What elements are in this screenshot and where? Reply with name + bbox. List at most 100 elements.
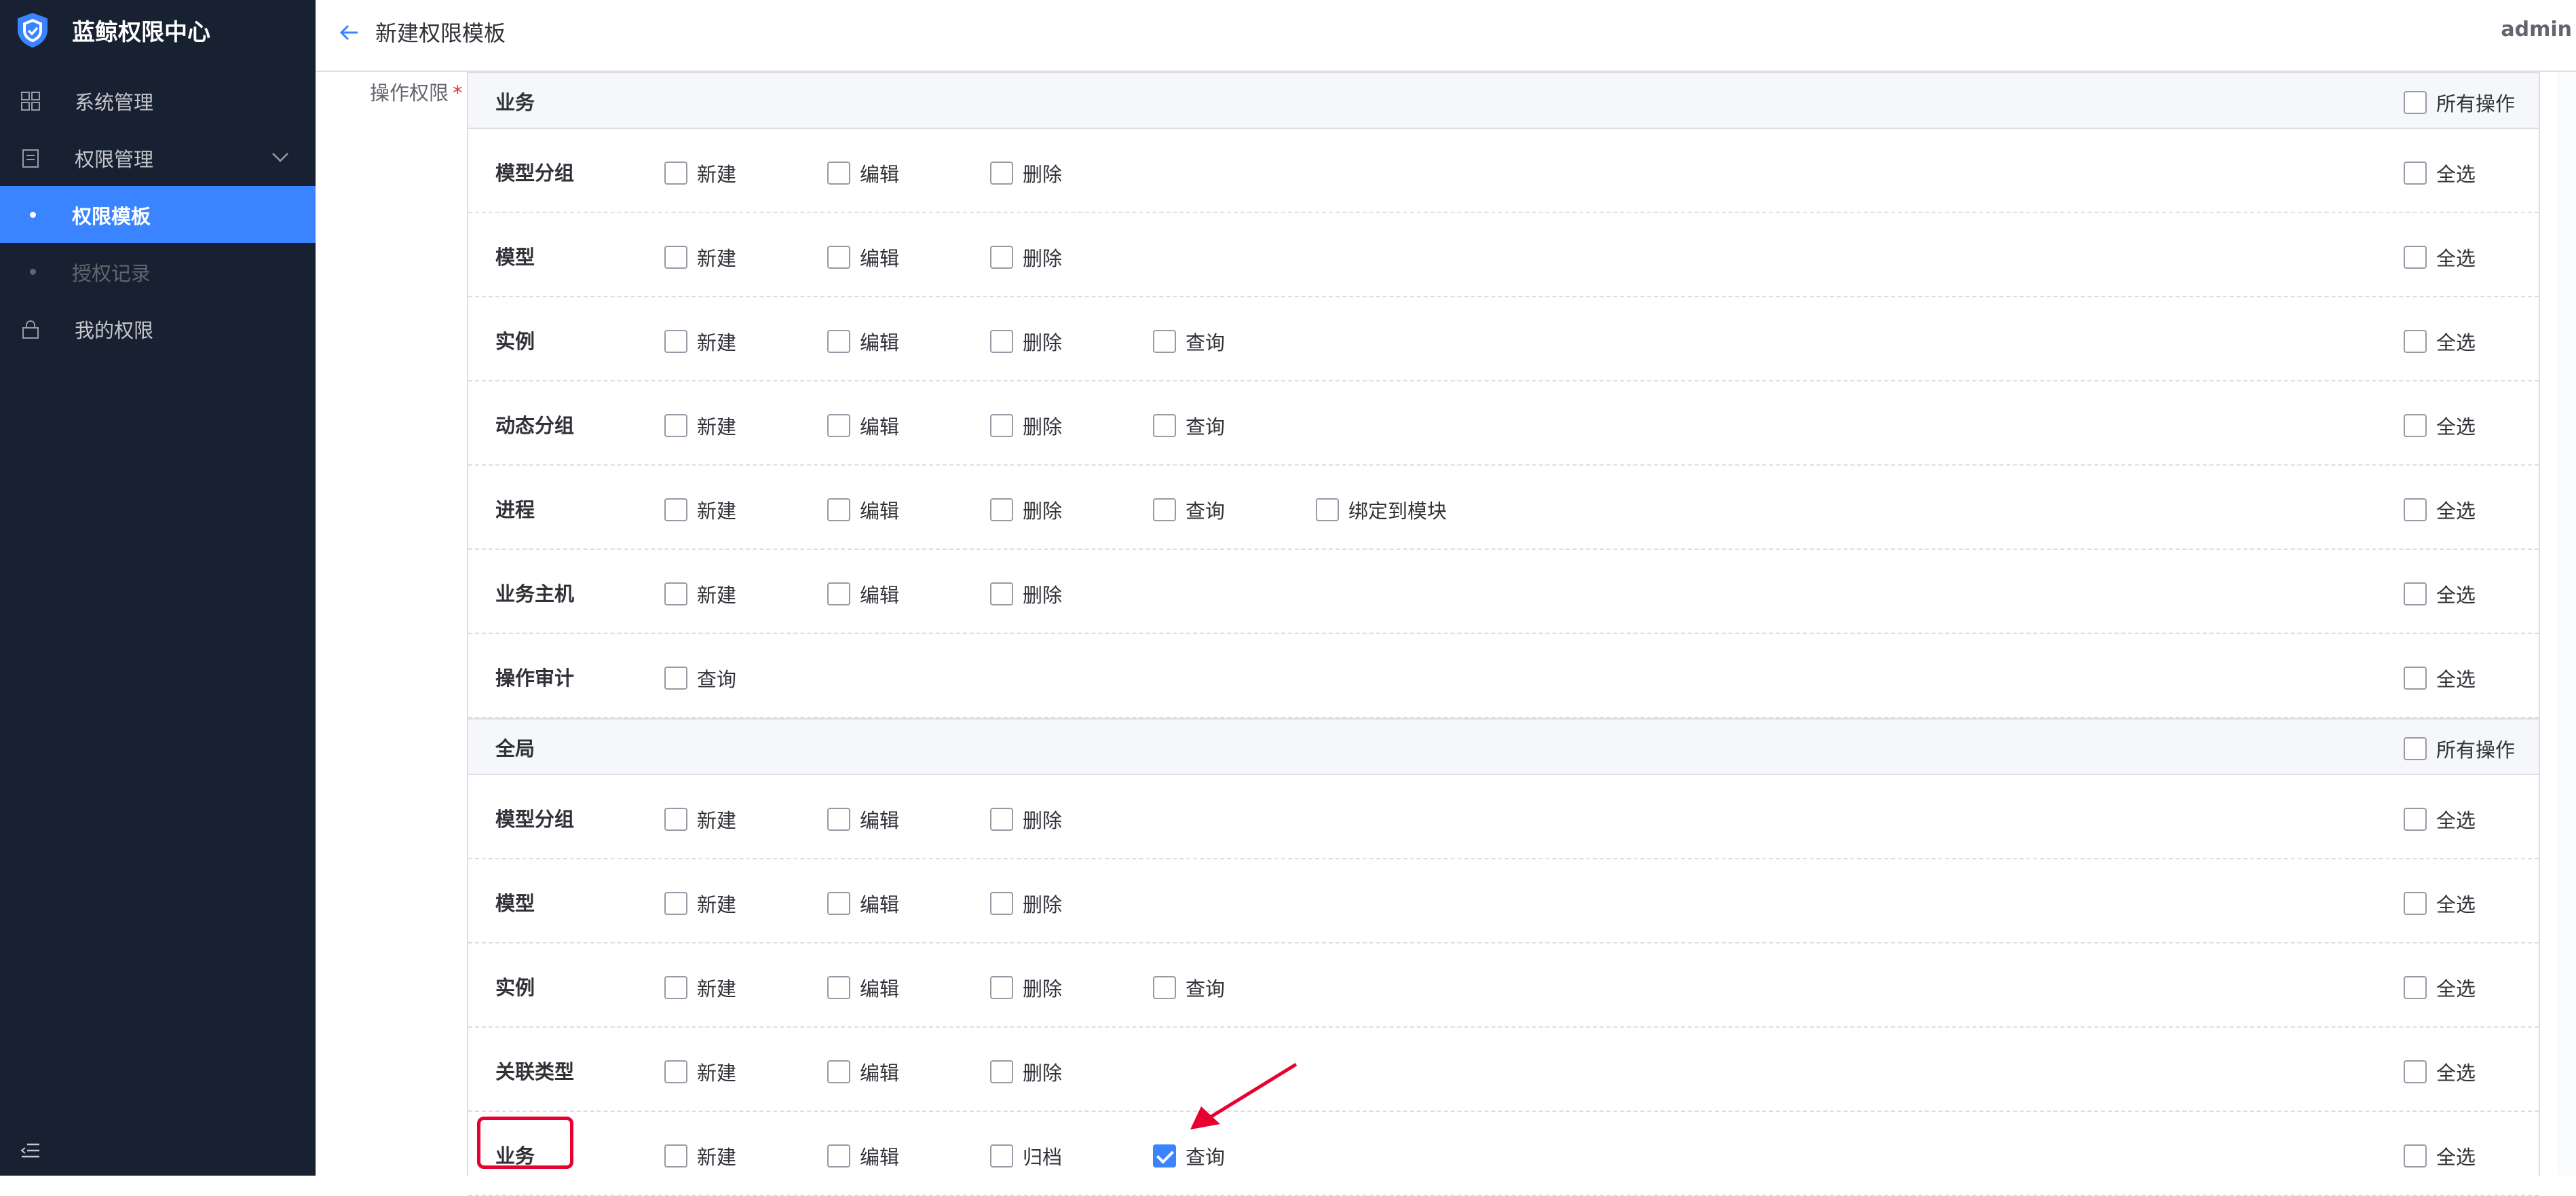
- action-checkbox[interactable]: 删除: [990, 805, 1062, 834]
- action-checkbox[interactable]: 新建: [664, 411, 736, 440]
- checkbox-box[interactable]: [2404, 414, 2427, 437]
- checkbox-box[interactable]: [664, 808, 687, 831]
- action-checkbox[interactable]: 删除: [990, 1058, 1062, 1086]
- checkbox-box[interactable]: [664, 246, 687, 269]
- select-all-checkbox[interactable]: 全选: [2404, 1058, 2476, 1086]
- checkbox-box[interactable]: [990, 1060, 1013, 1083]
- action-checkbox[interactable]: 编辑: [827, 805, 899, 834]
- action-checkbox[interactable]: 查询: [1153, 496, 1225, 524]
- select-all-checkbox[interactable]: 全选: [2404, 411, 2476, 440]
- checkbox-box[interactable]: [2404, 91, 2427, 114]
- action-checkbox[interactable]: 删除: [990, 327, 1062, 356]
- checkbox-box[interactable]: [2404, 582, 2427, 605]
- checkbox-box[interactable]: [990, 498, 1013, 521]
- checkbox-box[interactable]: [664, 892, 687, 915]
- checkbox-box[interactable]: [990, 246, 1013, 269]
- checkbox-box[interactable]: [2404, 808, 2427, 831]
- action-checkbox[interactable]: 编辑: [827, 889, 899, 918]
- checkbox-box[interactable]: [827, 246, 850, 269]
- back-arrow-icon[interactable]: [336, 19, 363, 46]
- action-checkbox[interactable]: 绑定到模块: [1316, 496, 1447, 524]
- checkbox-box[interactable]: [664, 1060, 687, 1083]
- checkbox-box[interactable]: [1153, 976, 1176, 999]
- all-operations-checkbox[interactable]: 所有操作: [2404, 734, 2515, 763]
- checkbox-box[interactable]: [2404, 162, 2427, 185]
- action-checkbox[interactable]: 编辑: [827, 1142, 899, 1170]
- action-checkbox[interactable]: 新建: [664, 327, 736, 356]
- select-all-checkbox[interactable]: 全选: [2404, 496, 2476, 524]
- action-checkbox[interactable]: 编辑: [827, 243, 899, 272]
- all-operations-checkbox[interactable]: 所有操作: [2404, 88, 2515, 117]
- action-checkbox[interactable]: 新建: [664, 496, 736, 524]
- sidebar-item-auth-records[interactable]: 授权记录: [0, 243, 316, 300]
- sidebar-item-system[interactable]: 系统管理: [0, 72, 316, 129]
- checkbox-box[interactable]: [990, 1144, 1013, 1167]
- checkbox-box[interactable]: [827, 1144, 850, 1167]
- select-all-checkbox[interactable]: 全选: [2404, 159, 2476, 187]
- action-checkbox[interactable]: 新建: [664, 243, 736, 272]
- checkbox-box[interactable]: [827, 892, 850, 915]
- scrollbar[interactable]: [2557, 72, 2576, 1176]
- action-checkbox[interactable]: 查询: [1153, 1142, 1225, 1170]
- action-checkbox[interactable]: 查询: [1153, 411, 1225, 440]
- checkbox-box[interactable]: [990, 414, 1013, 437]
- checkbox-box[interactable]: [990, 892, 1013, 915]
- checkbox-box[interactable]: [1153, 330, 1176, 353]
- checkbox-box[interactable]: [990, 330, 1013, 353]
- checkbox-box[interactable]: [827, 1060, 850, 1083]
- action-checkbox[interactable]: 删除: [990, 580, 1062, 608]
- action-checkbox[interactable]: 查询: [1153, 327, 1225, 356]
- collapse-menu-icon[interactable]: [20, 1140, 41, 1161]
- checkbox-box[interactable]: [827, 582, 850, 605]
- checkbox-box[interactable]: [664, 162, 687, 185]
- select-all-checkbox[interactable]: 全选: [2404, 243, 2476, 272]
- checkbox-box[interactable]: [990, 582, 1013, 605]
- action-checkbox[interactable]: 新建: [664, 973, 736, 1002]
- checkbox-box[interactable]: [664, 582, 687, 605]
- checkbox-box[interactable]: [990, 162, 1013, 185]
- checkbox-box[interactable]: [827, 162, 850, 185]
- action-checkbox[interactable]: 删除: [990, 411, 1062, 440]
- sidebar-item-permission-template[interactable]: 权限模板: [0, 186, 316, 243]
- select-all-checkbox[interactable]: 全选: [2404, 805, 2476, 834]
- checkbox-box[interactable]: [1153, 498, 1176, 521]
- action-checkbox[interactable]: 删除: [990, 973, 1062, 1002]
- select-all-checkbox[interactable]: 全选: [2404, 1142, 2476, 1170]
- action-checkbox[interactable]: 新建: [664, 1142, 736, 1170]
- select-all-checkbox[interactable]: 全选: [2404, 889, 2476, 918]
- action-checkbox[interactable]: 查询: [1153, 973, 1225, 1002]
- action-checkbox[interactable]: 新建: [664, 1058, 736, 1086]
- action-checkbox[interactable]: 删除: [990, 889, 1062, 918]
- select-all-checkbox[interactable]: 全选: [2404, 664, 2476, 692]
- checkbox-box[interactable]: [664, 498, 687, 521]
- checkbox-box[interactable]: [1153, 414, 1176, 437]
- checkbox-box[interactable]: [1153, 1144, 1176, 1167]
- checkbox-box[interactable]: [990, 808, 1013, 831]
- checkbox-box[interactable]: [664, 667, 687, 690]
- action-checkbox[interactable]: 编辑: [827, 1058, 899, 1086]
- checkbox-box[interactable]: [664, 1144, 687, 1167]
- checkbox-box[interactable]: [2404, 976, 2427, 999]
- checkbox-box[interactable]: [2404, 246, 2427, 269]
- sidebar-item-my-permissions[interactable]: 我的权限: [0, 300, 316, 357]
- action-checkbox[interactable]: 归档: [990, 1142, 1062, 1170]
- sidebar-item-permission-manage[interactable]: 权限管理: [0, 129, 316, 186]
- select-all-checkbox[interactable]: 全选: [2404, 580, 2476, 608]
- action-checkbox[interactable]: 删除: [990, 159, 1062, 187]
- action-checkbox[interactable]: 新建: [664, 805, 736, 834]
- checkbox-box[interactable]: [827, 498, 850, 521]
- action-checkbox[interactable]: 新建: [664, 159, 736, 187]
- checkbox-box[interactable]: [827, 330, 850, 353]
- checkbox-box[interactable]: [664, 976, 687, 999]
- checkbox-box[interactable]: [827, 808, 850, 831]
- checkbox-box[interactable]: [2404, 1144, 2427, 1167]
- select-all-checkbox[interactable]: 全选: [2404, 327, 2476, 356]
- checkbox-box[interactable]: [2404, 737, 2427, 760]
- checkbox-box[interactable]: [2404, 892, 2427, 915]
- action-checkbox[interactable]: 编辑: [827, 580, 899, 608]
- checkbox-box[interactable]: [664, 414, 687, 437]
- action-checkbox[interactable]: 查询: [664, 664, 736, 692]
- checkbox-box[interactable]: [990, 976, 1013, 999]
- action-checkbox[interactable]: 删除: [990, 496, 1062, 524]
- checkbox-box[interactable]: [664, 330, 687, 353]
